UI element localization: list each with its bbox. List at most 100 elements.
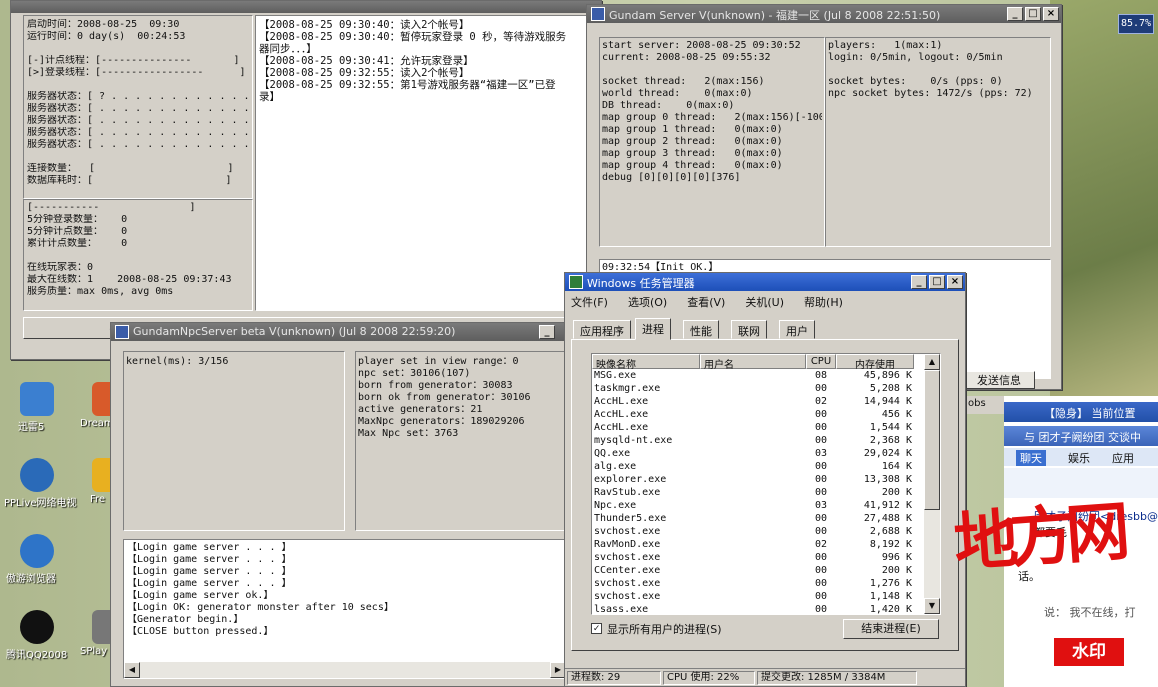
- desktop-icon-label: 迅雷5: [18, 422, 45, 433]
- process-row[interactable]: taskmgr.exe 00 5,208 K: [592, 382, 914, 395]
- menu-help[interactable]: 帮助(H): [804, 296, 843, 309]
- scroll-thumb[interactable]: [924, 370, 940, 510]
- text-line: 5分钟计点数量： 0: [27, 226, 128, 237]
- text-line: player set in view range：0: [358, 356, 519, 367]
- process-list[interactable]: 映像名称 用户名 CPU 内存使用 MSG.exe 08 45,896 Ktaskm…: [591, 353, 941, 615]
- tab-networking[interactable]: 联网: [731, 320, 767, 339]
- npc-kernel-text: kernel(ms): 3/156: [126, 356, 229, 367]
- process-row[interactable]: mysqld-nt.exe 00 2,368 K: [592, 434, 914, 447]
- process-image-name: AccHL.exe: [594, 396, 649, 407]
- process-row[interactable]: svchost.exe 00 2,688 K: [592, 525, 914, 538]
- minimize-button[interactable]: _: [911, 275, 927, 289]
- npc-log-hscrollbar[interactable]: ◀ ▶: [124, 662, 566, 678]
- process-image-name: AccHL.exe: [594, 409, 649, 420]
- process-row[interactable]: explorer.exe 00 13,308 K: [592, 473, 914, 486]
- status-cpu-usage: CPU 使用: 22%: [663, 671, 755, 685]
- process-row[interactable]: svchost.exe 00 996 K: [592, 551, 914, 564]
- task-manager-tabs: 应用程序 进程 性能 联网 用户: [573, 318, 963, 340]
- text-line: [----------- ]: [27, 202, 196, 213]
- text-line: 在线玩家表：0: [27, 262, 94, 273]
- process-row[interactable]: alg.exe 00 164 K: [592, 460, 914, 473]
- qq-status-header[interactable]: 【隐身】 当前位置: [1004, 402, 1158, 422]
- task-manager-titlebar[interactable]: Windows 任务管理器: [565, 273, 965, 291]
- scroll-left-arrow[interactable]: ◀: [124, 662, 140, 678]
- column-user-name[interactable]: 用户名: [700, 354, 806, 371]
- scroll-down-arrow[interactable]: ▼: [924, 598, 940, 614]
- process-row[interactable]: RavMonD.exe 02 8,192 K: [592, 538, 914, 551]
- process-table: MSG.exe 08 45,896 Ktaskmgr.exe 00 5,208 K Acc…: [592, 369, 914, 614]
- process-row[interactable]: QQ.exe 03 29,024 K: [592, 447, 914, 460]
- process-cpu: 00: [814, 435, 828, 446]
- column-memory[interactable]: 内存使用: [836, 354, 914, 371]
- process-row[interactable]: RavStub.exe 00 200 K: [592, 486, 914, 499]
- menu-options[interactable]: 选项(O): [628, 296, 667, 309]
- tab-applications[interactable]: 应用程序: [573, 320, 631, 339]
- close-button[interactable]: ×: [1043, 7, 1059, 21]
- process-image-name: mysqld-nt.exe: [594, 435, 673, 446]
- process-row[interactable]: Thunder5.exe 00 27,488 K: [592, 512, 914, 525]
- npc-server-window[interactable]: GundamNpcServer beta V(unknown) (Jul 8 2…: [110, 322, 570, 687]
- npc-log-lines: 【Login game server . . . 】【Login game se…: [124, 540, 566, 640]
- qq-tab-apps[interactable]: 应用: [1112, 450, 1134, 466]
- process-row[interactable]: Npc.exe 03 41,912 K: [592, 499, 914, 512]
- process-row[interactable]: CCenter.exe 00 200 K: [592, 564, 914, 577]
- text-line: [-]计点线程：[--------------- ]: [27, 55, 240, 66]
- process-memory: 200 K: [881, 565, 912, 576]
- maximize-button[interactable]: □: [1025, 7, 1041, 21]
- process-memory: 5,208 K: [869, 383, 912, 394]
- text-line: 器同步．．．】: [259, 43, 317, 55]
- tab-performance[interactable]: 性能: [683, 320, 719, 339]
- process-row[interactable]: AccHL.exe 02 14,944 K: [592, 395, 914, 408]
- tab-users[interactable]: 用户: [779, 320, 815, 339]
- process-memory: 8,192 K: [869, 539, 912, 550]
- desktop-icon-pplive[interactable]: [20, 458, 54, 492]
- text-line: 启动时间：2008-08-25 09:30: [27, 19, 180, 30]
- show-all-users-label[interactable]: 显示所有用户的进程(S): [607, 621, 722, 637]
- process-image-name: Npc.exe: [594, 500, 637, 511]
- process-user-name: [700, 473, 806, 486]
- scroll-up-arrow[interactable]: ▲: [924, 354, 940, 370]
- tab-processes[interactable]: 进程: [635, 318, 671, 340]
- login-log-panel: 【2008-08-25 09:30:40：读入2个帐号】 【2008-08-25 …: [255, 15, 601, 311]
- process-list-scrollbar[interactable]: ▲ ▼: [924, 354, 940, 614]
- close-button[interactable]: ×: [947, 275, 963, 289]
- login-server-titlebar[interactable]: [11, 1, 601, 13]
- minimize-button[interactable]: _: [539, 325, 555, 339]
- process-memory: 456 K: [881, 409, 912, 420]
- desktop-icon-browser[interactable]: [20, 534, 54, 568]
- gundam-app-icon: [591, 7, 605, 21]
- qq-tab-chat[interactable]: 聊天: [1016, 450, 1046, 466]
- menu-view[interactable]: 查看(V): [687, 296, 725, 309]
- show-all-users-checkbox[interactable]: ✓: [591, 623, 602, 634]
- gundam-server-titlebar[interactable]: Gundam Server V(unknown) - 福建一区 (Jul 8 2…: [587, 5, 1061, 23]
- maximize-button[interactable]: □: [929, 275, 945, 289]
- menu-file[interactable]: 文件(F): [571, 296, 608, 309]
- process-row[interactable]: MSG.exe 08 45,896 K: [592, 369, 914, 382]
- login-log-lines: 【2008-08-25 09:30:40：读入2个帐号】 【2008-08-25 …: [256, 16, 600, 106]
- text-line: [27, 250, 249, 262]
- npc-server-titlebar[interactable]: GundamNpcServer beta V(unknown) (Jul 8 2…: [111, 323, 569, 341]
- process-row[interactable]: svchost.exe 00 1,148 K: [592, 590, 914, 603]
- desktop-icon-qq[interactable]: [20, 610, 54, 644]
- process-cpu: 00: [814, 474, 828, 485]
- qq-tab-fun[interactable]: 娱乐: [1068, 450, 1090, 466]
- watermark-logo: 地方网 水印: [948, 495, 1158, 687]
- desktop-icon-xunlei[interactable]: [20, 382, 54, 416]
- desktop-icon-label: Fre: [90, 494, 106, 505]
- column-cpu[interactable]: CPU: [806, 354, 836, 369]
- gundam-right-panel: players: 1(max:1) login: 0/5min, logout: …: [825, 37, 1051, 247]
- end-process-button[interactable]: 结束进程(E): [843, 619, 939, 639]
- text-line: 服务质量：max 0ms, avg 0ms: [27, 286, 174, 297]
- process-row[interactable]: lsass.exe 00 1,420 K: [592, 603, 914, 614]
- process-memory: 29,024 K: [863, 448, 912, 459]
- menu-shutdown[interactable]: 关机(U): [745, 296, 784, 309]
- process-row[interactable]: svchost.exe 00 1,276 K: [592, 577, 914, 590]
- minimize-button[interactable]: _: [1007, 7, 1023, 21]
- column-image-name[interactable]: 映像名称: [592, 354, 700, 371]
- process-row[interactable]: AccHL.exe 00 456 K: [592, 408, 914, 421]
- login-server-window[interactable]: 启动时间：2008-08-25 09:30 运行时间：0 day(s) 00:24…: [10, 0, 602, 360]
- npc-server-title: GundamNpcServer beta V(unknown) (Jul 8 2…: [133, 325, 456, 338]
- send-info-button[interactable]: 发送信息: [963, 371, 1035, 389]
- process-row[interactable]: AccHL.exe 00 1,544 K: [592, 421, 914, 434]
- task-manager-window[interactable]: Windows 任务管理器 _ □ × 文件(F) 选项(O) 查看(V) 关机…: [564, 272, 966, 687]
